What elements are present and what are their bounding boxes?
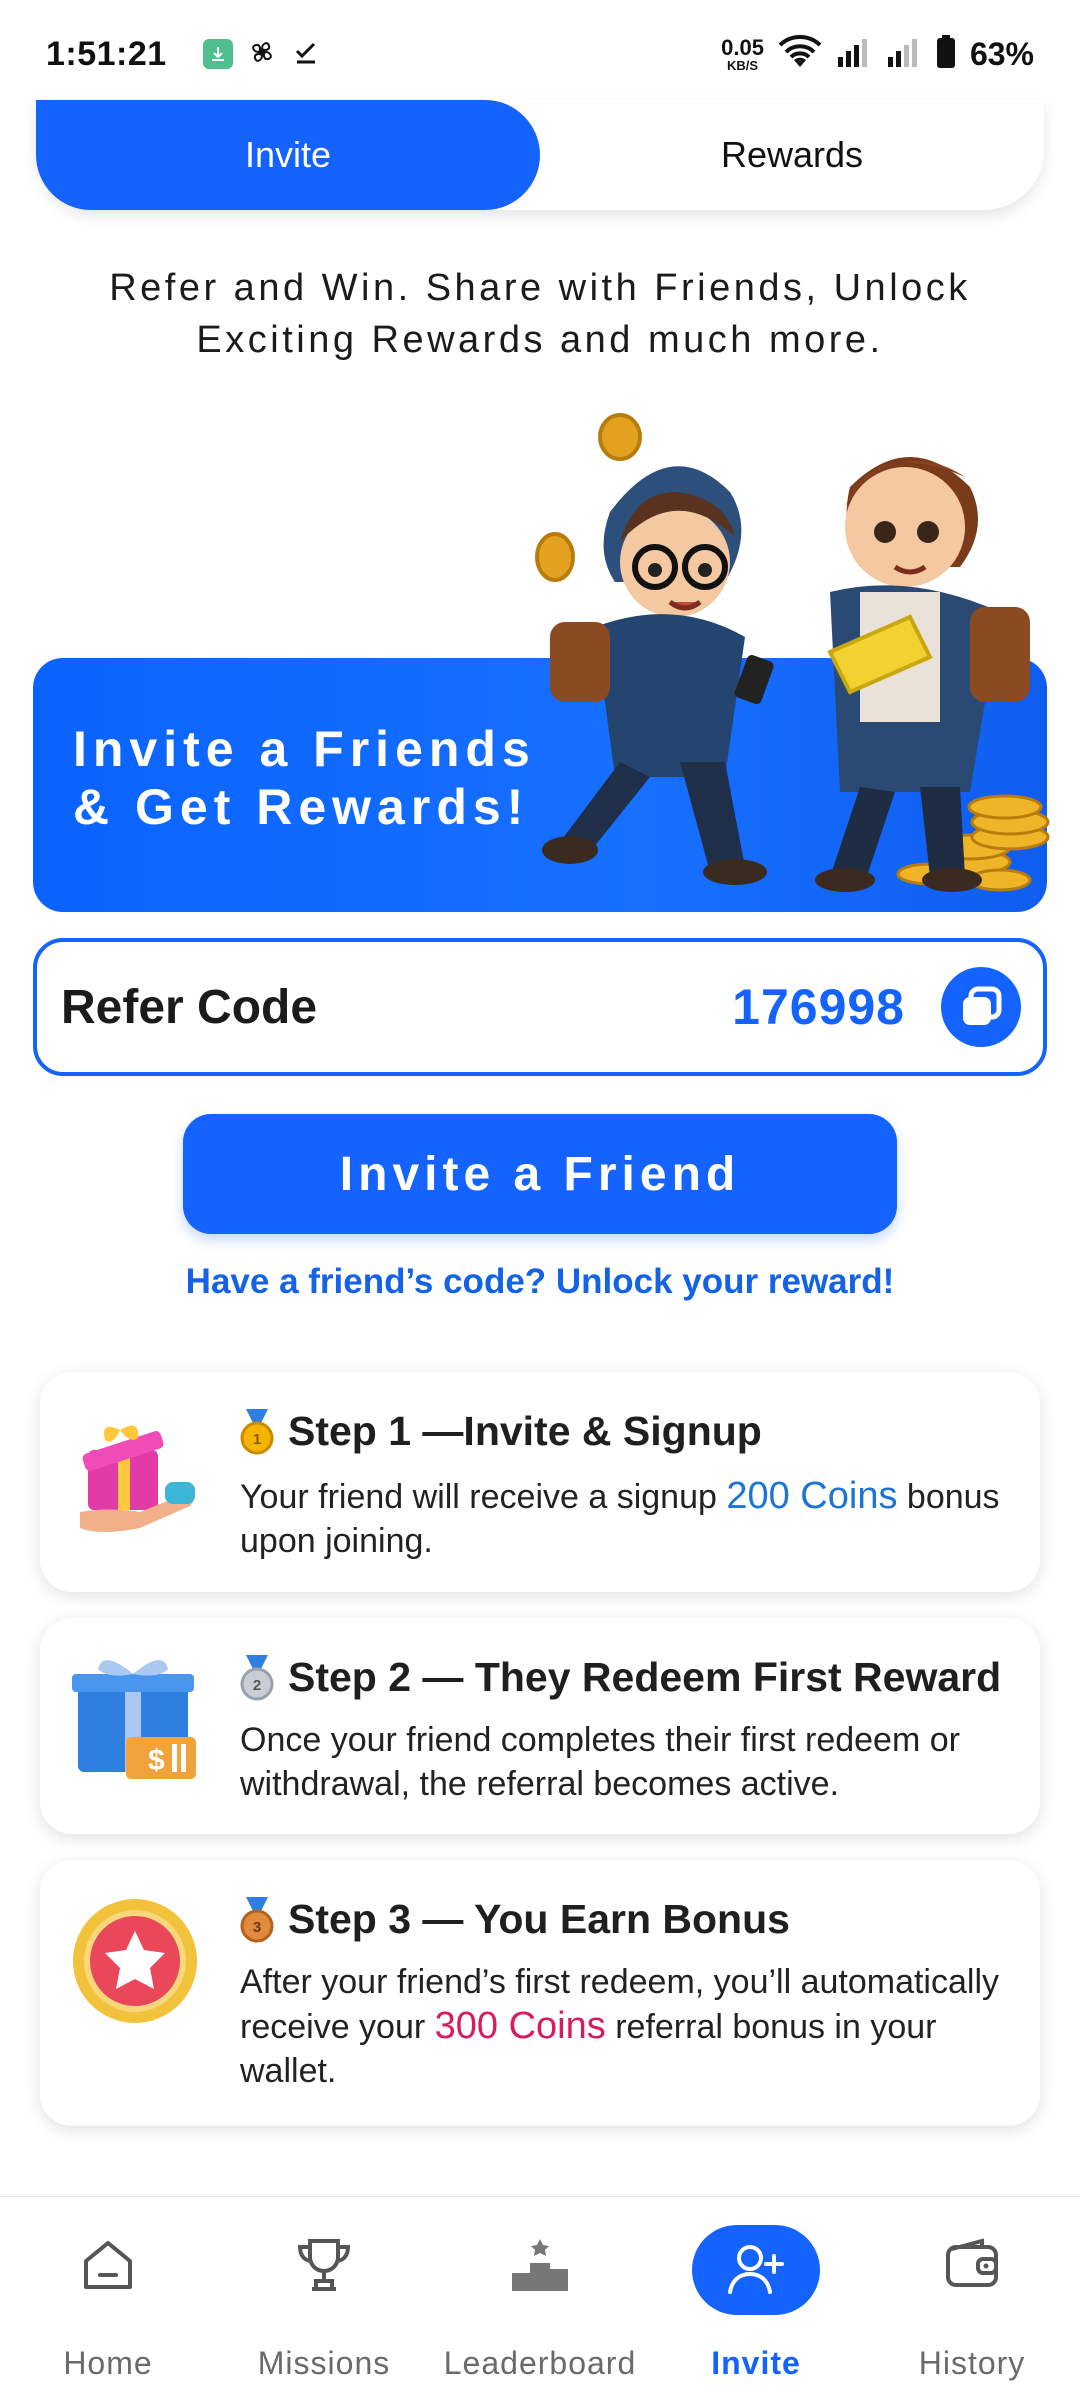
step-1-title: 1 Step 1 —Invite & Signup: [240, 1408, 762, 1455]
notification-icons: [202, 37, 321, 72]
svg-text:$: $: [148, 1744, 165, 1777]
signup-coins-highlight: 200 Coins: [726, 1475, 898, 1517]
fan-icon: [247, 37, 277, 72]
enter-friend-code-link[interactable]: Have a friend’s code? Unlock your reward…: [0, 1262, 1080, 1302]
signal-icon: [836, 37, 872, 72]
copy-icon: [963, 986, 1002, 1025]
trophy-icon: [284, 2225, 364, 2305]
step-card-2: $ 2 Step 2 — They Redeem First Reward On…: [40, 1618, 1040, 1834]
check-list-icon: [291, 37, 321, 72]
step-3-text: After your friend’s first redeem, you’ll…: [240, 1963, 1000, 2090]
step-2-title: 2 Step 2 — They Redeem First Reward: [240, 1654, 1001, 1701]
status-bar: 1:51:21 0.05 KB/S 63%: [0, 0, 1080, 108]
silver-medal-icon: 2: [240, 1654, 274, 1700]
battery-percent: 63%: [969, 35, 1034, 72]
home-icon: [68, 2225, 148, 2305]
invite-friend-button[interactable]: Invite a Friend: [183, 1114, 897, 1234]
tab-invite[interactable]: Invite: [36, 100, 540, 210]
tab-rewards[interactable]: Rewards: [540, 100, 1044, 210]
add-user-icon: [692, 2225, 820, 2315]
bronze-medal-icon: 3: [240, 1896, 274, 1942]
status-time: 1:51:21: [46, 34, 167, 73]
svg-text:1: 1: [253, 1431, 261, 1448]
system-icons: 0.05 KB/S 63%: [721, 34, 1034, 74]
signal-icon-2: [886, 37, 922, 72]
step-3-title: 3 Step 3 — You Earn Bonus: [240, 1896, 790, 1943]
download-icon: [202, 39, 233, 69]
kids-illustration: [535, 413, 1050, 892]
refer-code-label: Refer Code: [61, 980, 318, 1034]
tab-bar: Invite Rewards: [36, 100, 1044, 210]
wallet-icon: [932, 2225, 1012, 2305]
nav-invite[interactable]: Invite: [648, 2197, 864, 2400]
step-card-1: 1 Step 1 —Invite & Signup Your friend wi…: [40, 1372, 1040, 1592]
gift-box-dollar-icon: $: [72, 1660, 196, 1779]
bottom-nav: Home Missions Leaderboard Invite History: [0, 2196, 1080, 2400]
refer-code-value[interactable]: 176998: [732, 978, 905, 1036]
wifi-icon: [778, 34, 822, 74]
step-card-3: 3 Step 3 — You Earn Bonus After your fri…: [40, 1860, 1040, 2126]
nav-home[interactable]: Home: [0, 2197, 216, 2400]
svg-text:3: 3: [253, 1919, 261, 1936]
gold-medal-icon: 1: [240, 1408, 274, 1454]
refer-code-box: Refer Code 176998: [33, 938, 1047, 1076]
svg-text:2: 2: [253, 1677, 261, 1694]
referral-coins-highlight: 300 Coins: [434, 2005, 606, 2047]
copy-code-button[interactable]: [941, 967, 1021, 1047]
nav-missions[interactable]: Missions: [216, 2197, 432, 2400]
nav-leaderboard[interactable]: Leaderboard: [432, 2197, 648, 2400]
tagline: Refer and Win. Share with Friends, Unloc…: [109, 267, 971, 361]
star-coin-icon: [73, 1899, 197, 2023]
gift-hand-icon: [80, 1425, 195, 1532]
battery-icon: [936, 34, 956, 74]
nav-history[interactable]: History: [864, 2197, 1080, 2400]
step-2-text: Once your friend completes their first r…: [240, 1721, 960, 1803]
left-kid: [542, 466, 774, 885]
step-1-text: Your friend will receive a signup 200 Co…: [240, 1475, 1000, 1560]
network-speed: 0.05 KB/S: [721, 34, 764, 73]
podium-icon: [500, 2225, 580, 2305]
